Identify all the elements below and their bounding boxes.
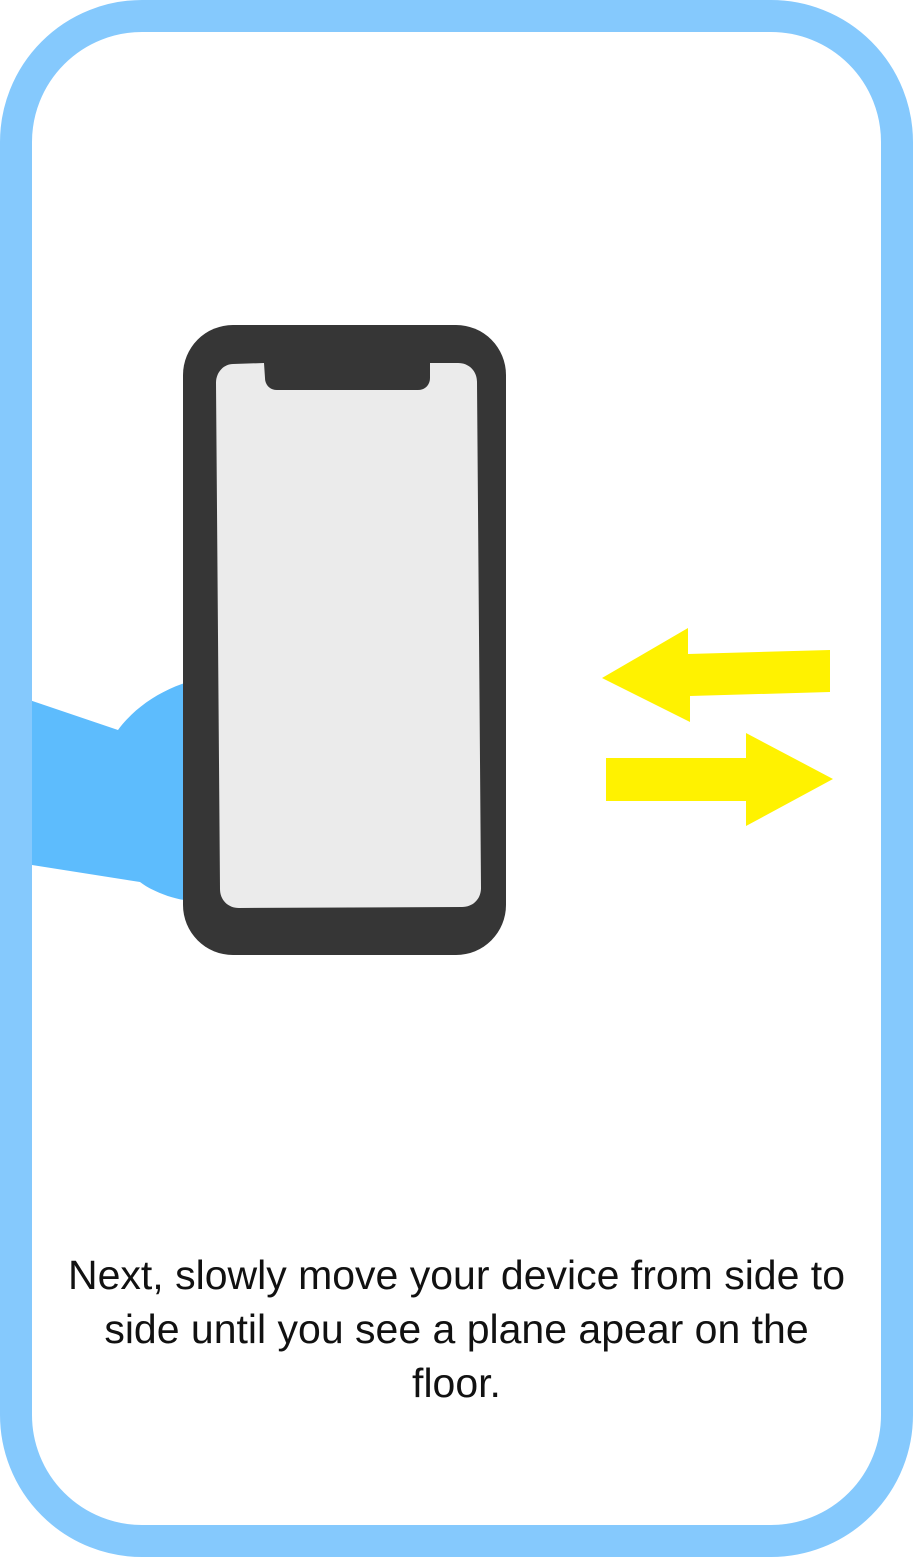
onboarding-card: Next, slowly move your device from side … xyxy=(0,0,913,1557)
instruction-text: Next, slowly move your device from side … xyxy=(68,1252,845,1406)
phone-icon xyxy=(183,325,506,955)
left-right-arrows-icon xyxy=(602,628,833,826)
